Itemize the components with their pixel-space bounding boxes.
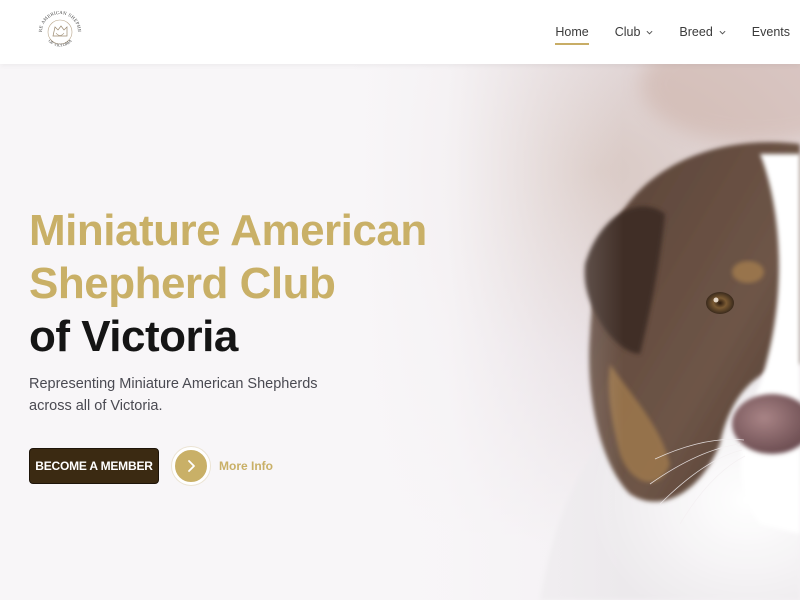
title-line-3: of Victoria [29,312,238,361]
chevron-down-icon [719,30,726,35]
nav-item-label: Club [614,25,641,39]
become-member-label: BECOME A MEMBER [35,459,153,473]
club-logo[interactable]: MINIATURE AMERICAN SHEPHERD CLUB OF VICT… [32,2,86,58]
page-title: Miniature American Shepherd Club of Vict… [29,204,427,363]
more-info-label: More Info [219,459,273,473]
become-member-button[interactable]: BECOME A MEMBER [29,448,159,484]
club-logo-emblem: MINIATURE AMERICAN SHEPHERD CLUB OF VICT… [32,2,82,48]
title-line-2: Shepherd Club [29,259,336,308]
hero-section: Miniature American Shepherd Club of Vict… [0,64,800,600]
logo-text-top: MINIATURE AMERICAN SHEPHERD CLUB [34,6,82,33]
svg-text:MINIATURE AMERICAN SHEPHERD CL: MINIATURE AMERICAN SHEPHERD CLUB [34,6,82,33]
more-info-link[interactable]: More Info [172,446,273,486]
nav-item-events[interactable]: Events [752,22,790,42]
svg-text:OF VICTORIA: OF VICTORIA [47,38,72,48]
nav-item-label: Home [555,25,589,39]
nav-item-label: Breed [679,25,713,39]
nav-item-home[interactable]: Home [555,22,590,45]
main-nav: Home Club Breed Events [529,0,790,64]
hero-subtitle: Representing Miniature American Shepherd… [29,376,318,414]
nav-item-label: Events [751,25,790,39]
chevron-right-icon [188,460,195,472]
logo-text-bottom: OF VICTORIA [47,38,72,48]
more-info-circle[interactable] [172,447,210,485]
nav-item-breed[interactable]: Breed [679,22,726,42]
site-header: MINIATURE AMERICAN SHEPHERD CLUB OF VICT… [0,0,800,64]
nav-item-club[interactable]: Club [615,22,654,42]
chevron-down-icon [646,30,653,35]
title-line-1: Miniature American [29,206,427,255]
